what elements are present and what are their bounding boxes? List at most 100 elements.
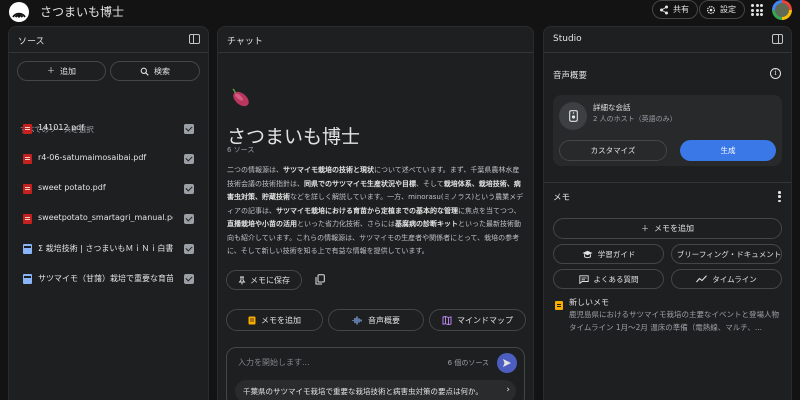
pin-icon [238,276,246,284]
source-item[interactable]: sweet potato.pdf [9,179,216,199]
source-checkbox[interactable] [184,274,194,284]
settings-label: 設定 [720,5,736,14]
timeline-button[interactable]: タイムライン [671,269,782,289]
sweet-potato-icon [232,88,249,107]
kebab-icon[interactable] [778,191,781,204]
chat-header: チャット [218,27,533,53]
save-to-note-button[interactable]: メモに保存 [226,270,302,290]
pdf-icon [23,214,32,224]
source-checkbox[interactable] [184,154,194,164]
notebook-logo-icon[interactable] [9,2,29,22]
add-note-action-button[interactable]: メモを追加 [226,309,323,331]
doc-icon [23,244,32,254]
send-button[interactable] [497,353,517,373]
chat-title: チャット [227,37,263,47]
gear-icon [706,5,716,14]
panel-toggle-icon[interactable] [772,34,783,44]
source-count: 6 ソース [227,146,255,154]
note-icon [555,301,563,310]
send-icon [503,359,511,367]
note-item-preview[interactable]: 鹿児島県におけるサツマイモ栽培の主要なイベントと登場人物 タイムライン 1月～2… [569,309,779,334]
chat-input-box[interactable]: 入力を開始します... 6 個のソース 千葉県のサツマイモ栽培で重要な栽培技術と… [226,347,525,400]
add-note-button[interactable]: ＋ メモを追加 [553,218,782,239]
study-guide-button[interactable]: 学習ガイド [553,244,664,264]
audio-overview-card: 詳細な会話 2 人のホスト（英語のみ） カスタマイズ 生成 [553,95,782,166]
add-source-button[interactable]: ＋ 追加 [17,61,106,81]
sources-title: ソース [18,37,45,47]
summary-text: といった省力化技術、さらには [297,220,395,228]
source-checkbox[interactable] [184,214,194,224]
source-item[interactable]: Σ 栽培技術 | さつまいもＭｉＮｉ白書 |... [9,239,216,259]
source-item[interactable]: サツマイモ（甘藷）栽培で重要な育苗... [9,269,216,289]
audio-overview-button[interactable]: 音声概要 [328,309,424,331]
timeline-label: タイムライン [712,274,757,284]
notes-section-label: メモ [553,193,571,203]
studio-title: Studio [553,34,582,44]
source-label: サツマイモ（甘藷）栽培で重要な育苗... [38,274,173,283]
audio-device-icon [559,102,587,130]
briefing-doc-label: ブリーフィング・ドキュメント [676,249,782,259]
save-to-note-label: メモに保存 [250,275,290,285]
sources-panel: ソース ＋ 追加 検索 すべてのソースを選択 141012.pdf r4-06-… [8,26,209,400]
source-label: sweetpotato_smartagri_manual.pdf [38,213,173,222]
source-label: sweet potato.pdf [38,183,106,192]
sources-header: ソース [9,27,208,53]
search-icon [140,67,149,76]
audio-section-label: 音声概要 [553,71,588,81]
source-label: r4-06-satumaimosaibai.pdf [38,153,147,162]
avatar[interactable] [772,0,792,20]
panel-toggle-icon[interactable] [189,34,200,44]
summary-highlight: サツマイモ栽培における育苗から定植までの基本的な管理 [276,206,458,215]
faq-button[interactable]: よくある質問 [553,269,664,289]
source-label: Σ 栽培技術 | さつまいもＭｉＮｉ白書 |... [38,244,173,253]
share-button[interactable]: 共有 [652,0,698,19]
pdf-icon [23,184,32,194]
study-guide-label: 学習ガイド [597,249,636,259]
chat-input[interactable]: 入力を開始します... [238,357,310,368]
faq-icon [578,274,589,284]
notebook-summary: 二つの情報源は、サツマイモ栽培の技術と現状について述べています。まず、千葉県農林… [227,164,524,259]
add-note-label: メモを追加 [654,224,694,233]
note-icon [248,316,256,324]
source-item[interactable]: sweetpotato_smartagri_manual.pdf [9,209,216,229]
mindmap-icon [442,315,452,325]
source-checkbox[interactable] [184,244,194,254]
search-source-button[interactable]: 検索 [110,61,200,81]
chat-panel: チャット さつまいも博士 6 ソース 二つの情報源は、サツマイモ栽培の技術と現状… [217,26,534,400]
settings-button[interactable]: 設定 [699,0,745,19]
summary-highlight: 直播栽培や小苗の活用 [227,220,297,228]
audio-overview-label: 音声概要 [368,315,400,325]
source-item[interactable]: r4-06-satumaimosaibai.pdf [9,149,216,169]
info-icon[interactable]: i [770,68,781,79]
summary-text: 、そして [416,179,444,188]
divider [544,182,791,183]
mind-map-label: マインドマップ [457,315,513,325]
apps-grid-icon[interactable] [751,4,763,16]
plus-icon: ＋ [47,66,55,75]
source-item[interactable]: 141012.pdf [9,119,216,139]
graduation-cap-icon [582,250,593,258]
app-title[interactable]: さつまいも博士 [40,3,124,20]
faq-label: よくある質問 [593,274,639,284]
share-icon [660,5,668,14]
copy-icon[interactable] [315,274,325,285]
top-bar: さつまいも博士 共有 設定 [0,0,800,24]
add-note-action-label: メモを追加 [261,315,301,325]
note-item-title[interactable]: 新しいメモ [569,297,609,308]
briefing-doc-button[interactable]: ブリーフィング・ドキュメント [671,244,782,264]
customize-button[interactable]: カスタマイズ [559,140,667,161]
source-checkbox[interactable] [184,124,194,134]
share-label: 共有 [673,5,689,14]
suggested-question[interactable]: 千葉県のサツマイモ栽培で重要な栽培技術と病害虫対策の要点は何か。 › [235,380,516,400]
generate-button[interactable]: 生成 [680,140,776,161]
arrow-right-icon[interactable]: › [506,385,510,395]
timeline-icon [696,275,708,283]
summary-highlight: 基腐病の診断キット [395,220,458,228]
audio-card-title: 詳細な会話 [593,103,631,112]
summary-text: に焦点を当てつつ、 [458,206,521,215]
source-checkbox[interactable] [184,184,194,194]
mind-map-button[interactable]: マインドマップ [429,309,526,331]
studio-panel: Studio 音声概要 i 詳細な会話 2 人のホスト（英語のみ） カスタマイズ… [543,26,792,400]
input-source-count: 6 個のソース [447,359,489,367]
studio-header: Studio [544,27,791,53]
